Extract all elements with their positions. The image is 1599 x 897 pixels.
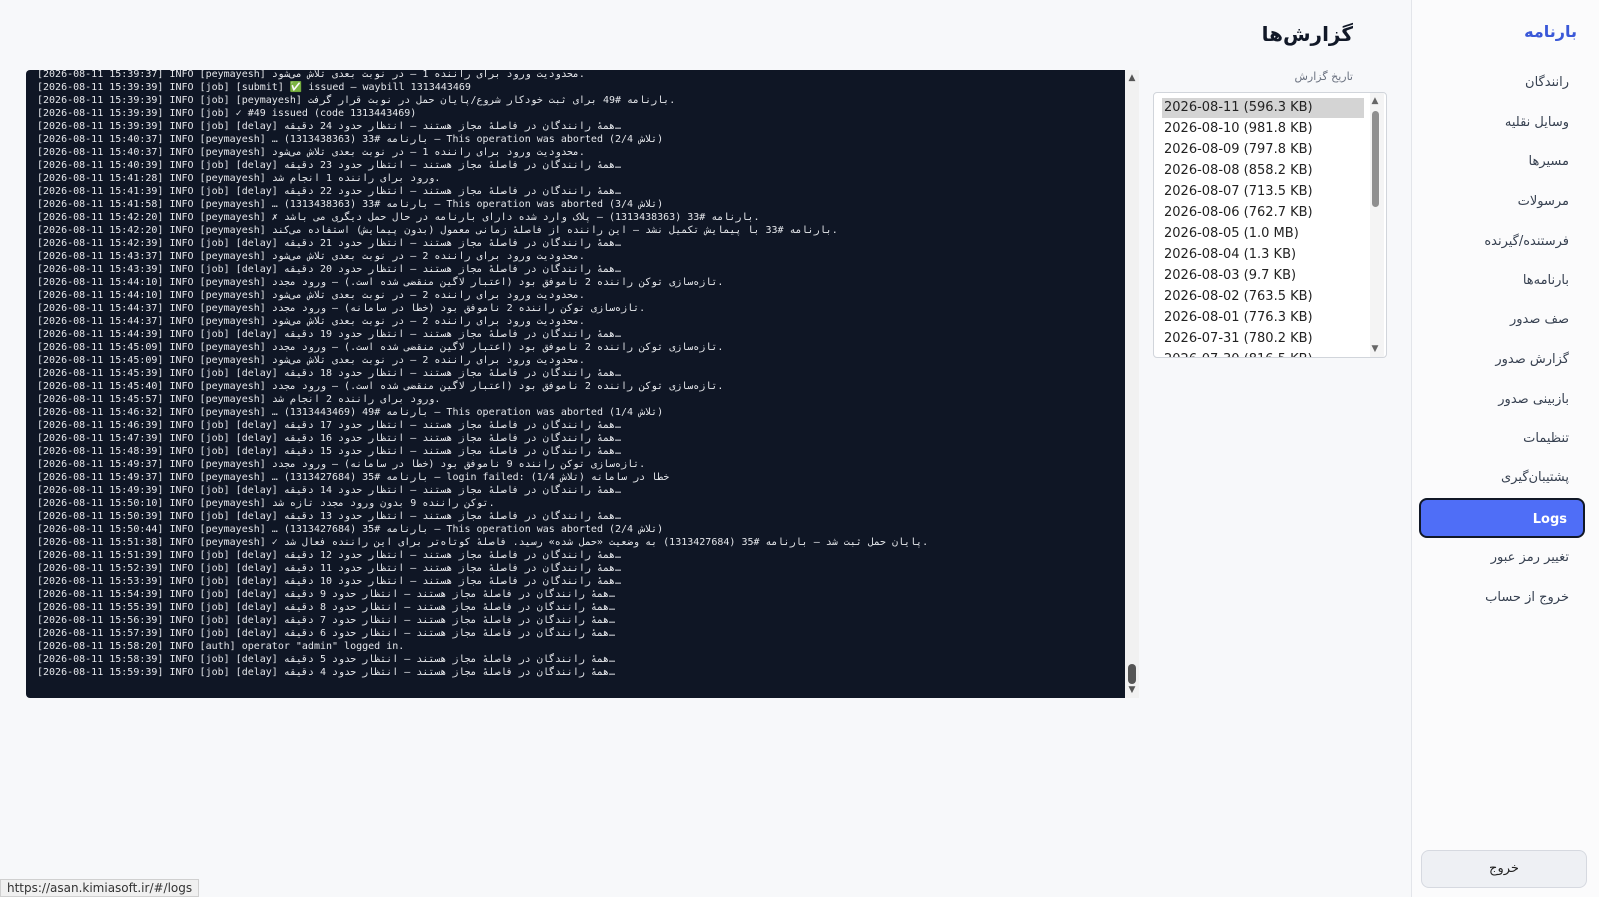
sidebar-item-4[interactable]: مرسولات [1419,182,1585,222]
log-line: [2026-08-11 15:40:39] INFO [job] [delay]… [37,160,622,171]
sidebar-item-9[interactable]: بازبینی صدور [1419,380,1585,420]
log-line: [2026-08-11 15:41:39] INFO [job] [delay]… [37,186,622,197]
date-option[interactable]: 2026-08-08 (858.2 KB) [1162,161,1364,181]
log-line: [2026-08-11 15:50:39] INFO [job] [delay]… [37,511,622,522]
log-line: [2026-08-11 15:42:20] INFO [peymayesh] ب… [37,225,838,236]
log-line: [2026-08-11 15:55:39] INFO [job] [delay]… [37,602,615,613]
page-title: گزارش‌ها [1261,22,1353,46]
date-option[interactable]: 2026-08-01 (776.3 KB) [1162,308,1364,328]
scroll-down-icon[interactable]: ▼ [1126,684,1138,696]
log-line: [2026-08-11 15:45:39] INFO [job] [delay]… [37,368,622,379]
log-line: [2026-08-11 15:40:37] INFO [peymayesh] …… [37,134,664,145]
log-line: [2026-08-11 15:45:09] INFO [peymayesh] ت… [37,342,724,353]
log-line: [2026-08-11 15:40:37] INFO [peymayesh] م… [37,147,585,158]
log-line: [2026-08-11 15:46:39] INFO [job] [delay]… [37,420,622,431]
status-url: https://asan.kimiasoft.ir/#/logs [0,879,200,897]
log-lines: [2026-08-11 15:39:37] INFO [peymayesh] م… [37,70,1107,679]
date-option[interactable]: 2026-08-10 (981.8 KB) [1162,119,1364,139]
date-option[interactable]: 2026-08-07 (713.5 KB) [1162,182,1364,202]
log-scrollbar[interactable]: ▲ ▼ [1125,70,1139,698]
log-line: [2026-08-11 15:47:39] INFO [job] [delay]… [37,433,622,444]
date-scrollbar[interactable]: ▲ ▼ [1370,93,1384,357]
log-line: [2026-08-11 15:45:09] INFO [peymayesh] م… [37,355,585,366]
log-scroll-thumb[interactable] [1128,664,1136,684]
date-option[interactable]: 2026-07-30 (816.5 KB) [1162,350,1364,357]
log-line: [2026-08-11 15:44:39] INFO [job] [delay]… [37,329,622,340]
log-line: [2026-08-11 15:39:39] INFO [job] [delay]… [37,121,622,132]
log-line: [2026-08-11 15:46:32] INFO [peymayesh] …… [37,407,664,418]
log-line: [2026-08-11 15:58:39] INFO [job] [delay]… [37,654,615,665]
log-line: [2026-08-11 15:45:57] INFO [peymayesh] و… [37,394,441,405]
scroll-up-icon[interactable]: ▲ [1126,72,1138,84]
date-option[interactable]: 2026-08-03 (9.7 KB) [1162,266,1364,286]
log-line: [2026-08-11 15:50:10] INFO [peymayesh] ت… [37,498,495,509]
log-line: [2026-08-11 15:50:44] INFO [peymayesh] …… [37,524,664,535]
sidebar: بارنامه رانندگان وسایل نقلیه مسیرها مرسولات… [1411,0,1599,897]
log-line: [2026-08-11 15:41:28] INFO [peymayesh] و… [37,173,441,184]
sidebar-item-2[interactable]: وسایل نقلیه [1419,103,1585,143]
log-line: [2026-08-11 15:51:38] INFO [peymayesh] ✓… [37,537,929,548]
log-line: [2026-08-11 15:42:39] INFO [job] [delay]… [37,238,622,249]
log-line: [2026-08-11 15:44:37] INFO [peymayesh] م… [37,316,585,327]
log-line: [2026-08-11 15:49:37] INFO [peymayesh] …… [37,472,670,483]
log-line: [2026-08-11 15:52:39] INFO [job] [delay]… [37,563,622,574]
date-option[interactable]: 2026-08-04 (1.3 KB) [1162,245,1364,265]
sidebar-item-12[interactable]: Logs [1419,498,1585,538]
log-line: [2026-08-11 15:56:39] INFO [job] [delay]… [37,615,615,626]
log-viewer[interactable]: [2026-08-11 15:39:37] INFO [peymayesh] م… [26,70,1139,698]
log-line: [2026-08-11 15:41:58] INFO [peymayesh] …… [37,199,664,210]
log-line: [2026-08-11 15:43:39] INFO [job] [delay]… [37,264,622,275]
log-line: [2026-08-11 15:43:37] INFO [peymayesh] م… [37,251,585,262]
log-line: [2026-08-11 15:39:37] INFO [peymayesh] م… [37,70,585,80]
sidebar-item-5[interactable]: فرستنده/گیرنده [1419,222,1585,262]
sidebar-item-6[interactable]: بارنامه‌ها [1419,261,1585,301]
date-option[interactable]: 2026-08-06 (762.7 KB) [1162,203,1364,223]
scroll-up-icon[interactable]: ▲ [1369,95,1381,107]
log-line: [2026-08-11 15:44:10] INFO [peymayesh] م… [37,290,585,301]
sidebar-item-8[interactable]: گزارش صدور [1419,340,1585,380]
date-select-list[interactable]: 2026-08-11 (596.3 KB) 2026-08-10 (981.8 K… [1153,92,1387,358]
sidebar-item-10[interactable]: تنظیمات [1419,419,1585,459]
log-line: [2026-08-11 15:42:20] INFO [peymayesh] ✗… [37,212,760,223]
log-line: [2026-08-11 15:44:10] INFO [peymayesh] ت… [37,277,724,288]
brand-title: بارنامه [1524,22,1577,41]
log-line: [2026-08-11 15:53:39] INFO [job] [delay]… [37,576,622,587]
log-line: [2026-08-11 15:49:39] INFO [job] [delay]… [37,485,622,496]
date-option[interactable]: 2026-07-31 (780.2 KB) [1162,329,1364,349]
log-line: [2026-08-11 15:49:37] INFO [peymayesh] ت… [37,459,646,470]
log-line: [2026-08-11 15:51:39] INFO [job] [delay]… [37,550,622,561]
log-line: [2026-08-11 15:39:39] INFO [job] [submit… [37,82,471,93]
sidebar-item-7[interactable]: صف صدور [1419,300,1585,340]
sidebar-item-1[interactable]: رانندگان [1419,63,1585,103]
sidebar-item-13[interactable]: تغییر رمز عبور [1419,538,1585,578]
log-line: [2026-08-11 15:54:39] INFO [job] [delay]… [37,589,615,600]
date-option[interactable]: 2026-08-02 (763.5 KB) [1162,287,1364,307]
date-label: تاریخ گزارش [1294,70,1354,83]
log-line: [2026-08-11 15:39:39] INFO [job] [peymay… [37,95,676,106]
log-line: [2026-08-11 15:44:37] INFO [peymayesh] ت… [37,303,646,314]
log-line: [2026-08-11 15:57:39] INFO [job] [delay]… [37,628,615,639]
log-line: [2026-08-11 15:59:39] INFO [job] [delay]… [37,667,615,678]
log-line: [2026-08-11 15:48:39] INFO [job] [delay]… [37,446,622,457]
date-option[interactable]: 2026-08-09 (797.8 KB) [1162,140,1364,160]
sidebar-item-3[interactable]: مسیرها [1419,142,1585,182]
log-line: [2026-08-11 15:58:20] INFO [auth] operat… [37,641,405,652]
sidebar-item-14[interactable]: خروج از حساب [1419,578,1585,618]
log-line: [2026-08-11 15:39:39] INFO [job] ✓ #49 i… [37,108,417,119]
date-scroll-thumb[interactable] [1372,111,1379,207]
sidebar-item-11[interactable]: پشتیبان‌گیری [1419,458,1585,498]
date-option[interactable]: 2026-08-05 (1.0 MB) [1162,224,1364,244]
exit-button[interactable]: خروج [1421,850,1587,888]
log-line: [2026-08-11 15:45:40] INFO [peymayesh] ت… [37,381,724,392]
date-option[interactable]: 2026-08-11 (596.3 KB) [1162,98,1364,118]
scroll-down-icon[interactable]: ▼ [1369,343,1381,355]
